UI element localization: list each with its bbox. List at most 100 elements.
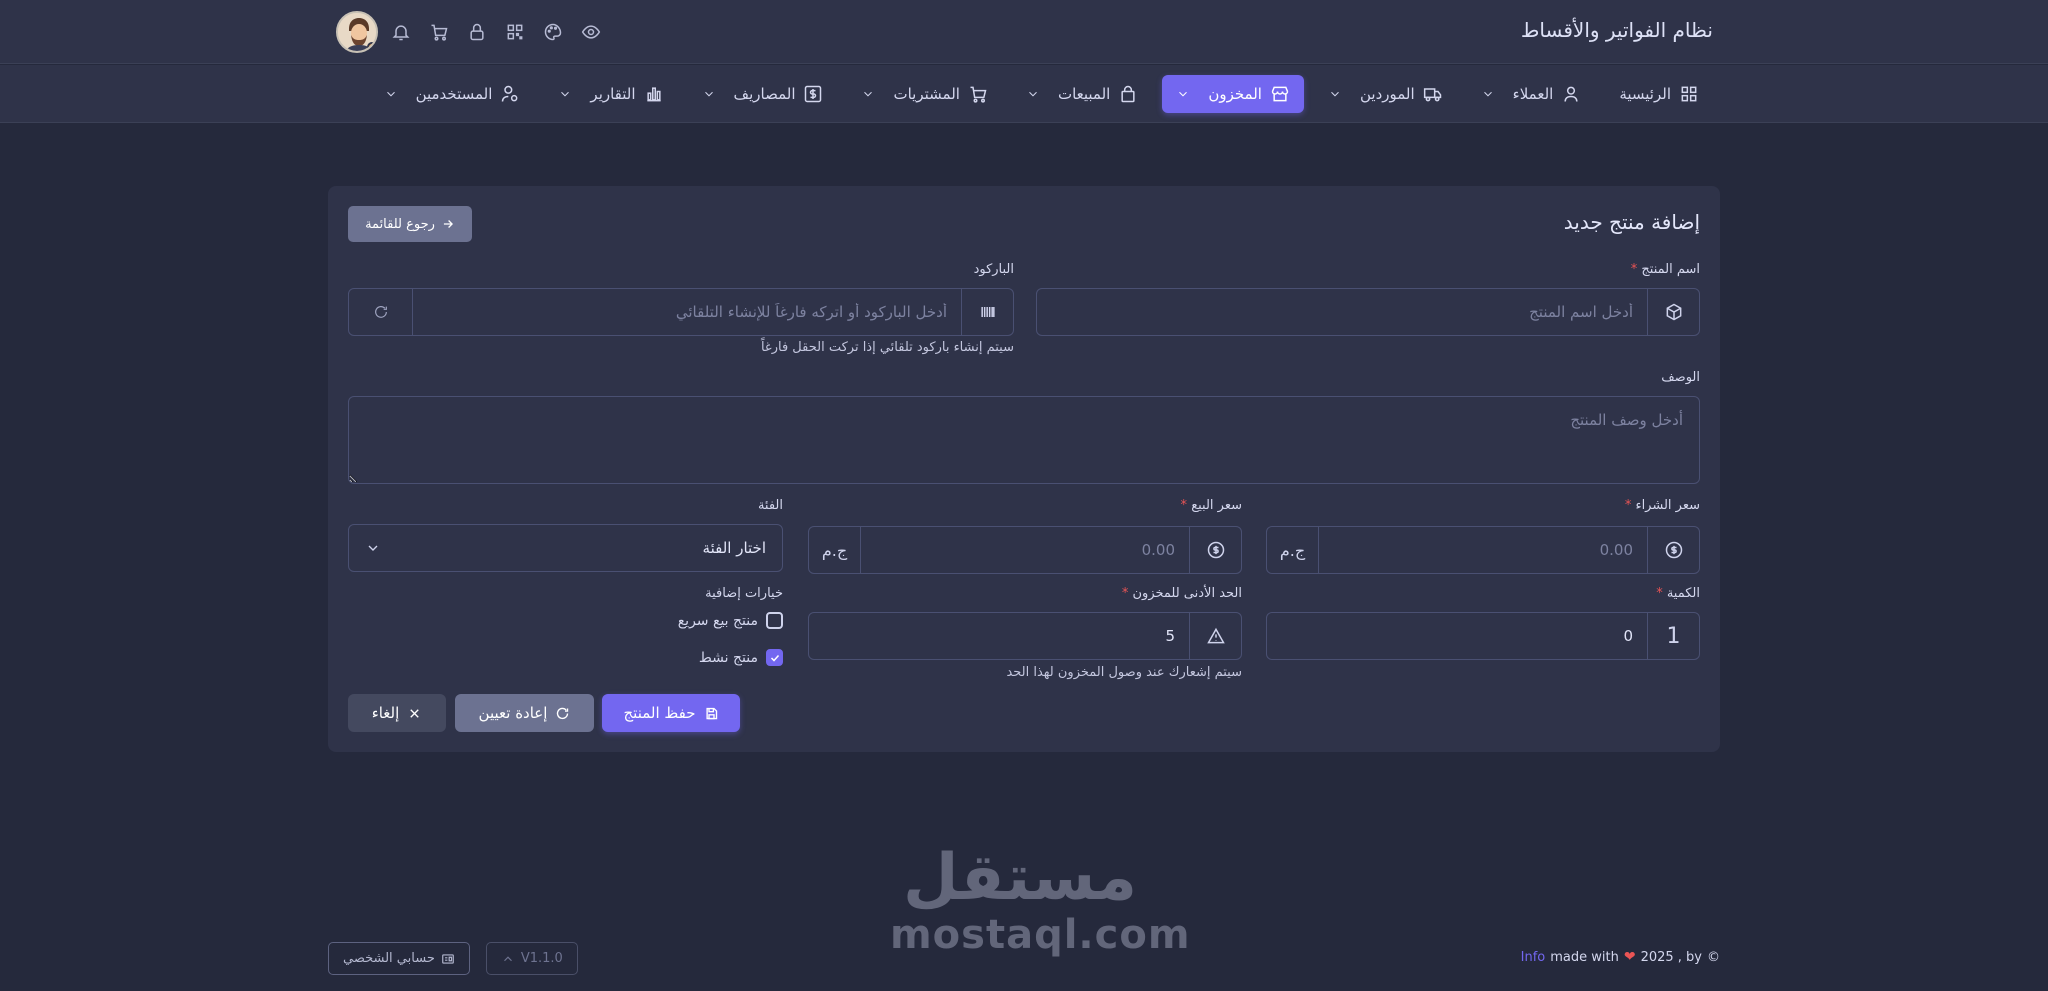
avatar[interactable] <box>336 11 378 53</box>
nav-item-users[interactable]: المستخدمين <box>370 75 535 113</box>
purchase-price-field: ج.م <box>1266 526 1700 574</box>
quick-sale-checkbox[interactable]: منتج بيع سريع <box>678 612 783 629</box>
reset-label: إعادة تعيين <box>478 704 548 722</box>
regenerate-barcode-button[interactable] <box>349 289 413 335</box>
status-dot <box>367 42 376 51</box>
palette-icon[interactable] <box>534 13 572 51</box>
lock-icon[interactable] <box>458 13 496 51</box>
check-icon <box>770 654 779 662</box>
barcode-icon <box>961 289 1013 335</box>
arrow-right-icon <box>443 220 453 228</box>
min-stock-field <box>808 612 1242 660</box>
reset-button[interactable]: إعادة تعيين <box>455 694 594 732</box>
sale-price-input[interactable] <box>861 527 1189 573</box>
refresh-icon <box>557 707 569 719</box>
nav-item-label: المبيعات <box>1057 85 1111 103</box>
min-stock-hint: سيتم إشعارك عند وصول المخزون لهذا الحد <box>1006 665 1242 680</box>
product-name-input[interactable] <box>1037 289 1647 335</box>
nav-list: الرئيسية العملاء الموردين المخزون المبيع… <box>370 74 1713 114</box>
checkbox-box-checked[interactable] <box>766 649 783 666</box>
heart-icon: ❤ <box>1623 949 1636 965</box>
description-label: الوصف <box>1661 370 1700 385</box>
nav-item-purchases[interactable]: المشتريات <box>847 75 1001 113</box>
nav-item-label: العملاء <box>1512 85 1554 103</box>
watermark-latin: mostaql.com <box>890 912 1191 958</box>
version-button[interactable]: V1.1.0 <box>485 942 578 975</box>
barcode-field <box>348 288 1014 336</box>
currency-suffix: ج.م <box>1267 527 1319 573</box>
user-cog-icon <box>502 85 518 102</box>
category-label: الفئة <box>757 498 783 513</box>
made-with-text: made with <box>1550 949 1619 965</box>
active-product-checkbox[interactable]: منتج نشط <box>699 649 783 666</box>
cancel-label: إلغاء <box>371 704 400 722</box>
purchase-price-label: سعر الشراء * <box>1624 498 1700 513</box>
quantity-input[interactable] <box>1267 613 1647 659</box>
bell-icon[interactable] <box>382 13 420 51</box>
top-bar: نظام الفواتير والأقساط <box>0 0 2048 64</box>
sale-price-field: ج.م <box>808 526 1242 574</box>
currency-icon <box>1647 527 1699 573</box>
cart-icon <box>970 86 987 103</box>
cancel-button[interactable]: إلغاء <box>348 694 446 732</box>
chevron-down-icon <box>1331 91 1339 97</box>
nav-item-expenses[interactable]: المصاريف <box>688 75 838 113</box>
footer-copyright: Info made with ❤ 2025 , by © <box>1521 949 1720 965</box>
min-stock-input[interactable] <box>809 613 1189 659</box>
mostaql-watermark: مستقل mostaql.com <box>890 841 1191 958</box>
quantity-field: 1 <box>1266 612 1700 660</box>
nav-item-suppliers[interactable]: الموردين <box>1314 75 1457 113</box>
back-to-list-button[interactable]: رجوع للقائمة <box>348 206 472 242</box>
dollar-icon <box>805 85 822 103</box>
copyright-symbol: © <box>1707 949 1720 965</box>
main-navbar: الرئيسية العملاء الموردين المخزون المبيع… <box>0 65 2048 123</box>
profile-label: حسابي الشخصي <box>343 951 435 966</box>
nav-item-home[interactable]: الرئيسية <box>1605 75 1713 113</box>
chevron-down-icon <box>386 91 395 97</box>
nav-item-label: المستخدمين <box>415 85 493 103</box>
chevron-down-icon <box>1179 91 1188 97</box>
user-icon <box>1564 86 1578 102</box>
app-title: نظام الفواتير والأقساط <box>1520 18 1713 42</box>
nav-item-label: المشتريات <box>893 85 960 103</box>
my-profile-button[interactable]: حسابي الشخصي <box>328 942 470 975</box>
dashboard-icon <box>1681 86 1697 102</box>
description-textarea[interactable] <box>348 396 1700 484</box>
barcode-input[interactable] <box>413 289 961 335</box>
nav-item-label: الرئيسية <box>1619 85 1671 103</box>
chevron-down-icon <box>1029 91 1037 97</box>
bag-icon <box>1121 85 1135 103</box>
nav-item-label: المصاريف <box>733 85 796 103</box>
category-select[interactable]: اختار الفئة <box>348 524 783 572</box>
nav-item-label: التقارير <box>590 85 636 103</box>
nav-item-reports[interactable]: التقارير <box>544 75 677 113</box>
nav-item-inventory[interactable]: المخزون <box>1162 75 1304 113</box>
nav-item-sales[interactable]: المبيعات <box>1012 75 1152 113</box>
page-title: إضافة منتج جديد <box>1563 210 1700 234</box>
cart-icon[interactable] <box>420 13 458 51</box>
checkbox-box[interactable] <box>766 612 783 629</box>
chevron-down-icon <box>864 91 873 97</box>
store-icon <box>1271 86 1289 102</box>
product-name-field <box>1036 288 1700 336</box>
nav-item-customers[interactable]: العملاء <box>1467 75 1596 113</box>
watermark-arabic: مستقل <box>902 841 1138 915</box>
chevron-down-icon <box>1483 91 1492 97</box>
truck-icon <box>1423 88 1441 102</box>
quantity-addon: 1 <box>1647 613 1699 659</box>
id-card-icon <box>442 953 454 964</box>
quick-sale-label: منتج بيع سريع <box>677 612 758 629</box>
sale-price-label: سعر البيع * <box>1180 498 1242 513</box>
back-button-label: رجوع للقائمة <box>365 216 435 232</box>
purchase-price-input[interactable] <box>1319 527 1647 573</box>
nav-item-label: المخزون <box>1208 85 1262 103</box>
add-product-card: إضافة منتج جديد رجوع للقائمة اسم المنتج … <box>328 186 1720 752</box>
grid-icon[interactable] <box>496 13 534 51</box>
barcode-hint: سيتم إنشاء باركود تلقائي إذا تركت الحقل … <box>760 340 1014 355</box>
save-product-button[interactable]: حفظ المنتج <box>602 694 740 732</box>
min-stock-label: الحد الأدنى للمخزون * <box>1121 586 1242 601</box>
chevron-down-icon <box>704 91 713 97</box>
eye-icon[interactable] <box>572 13 610 51</box>
info-link[interactable]: Info <box>1521 950 1546 965</box>
box-icon <box>1647 289 1699 335</box>
